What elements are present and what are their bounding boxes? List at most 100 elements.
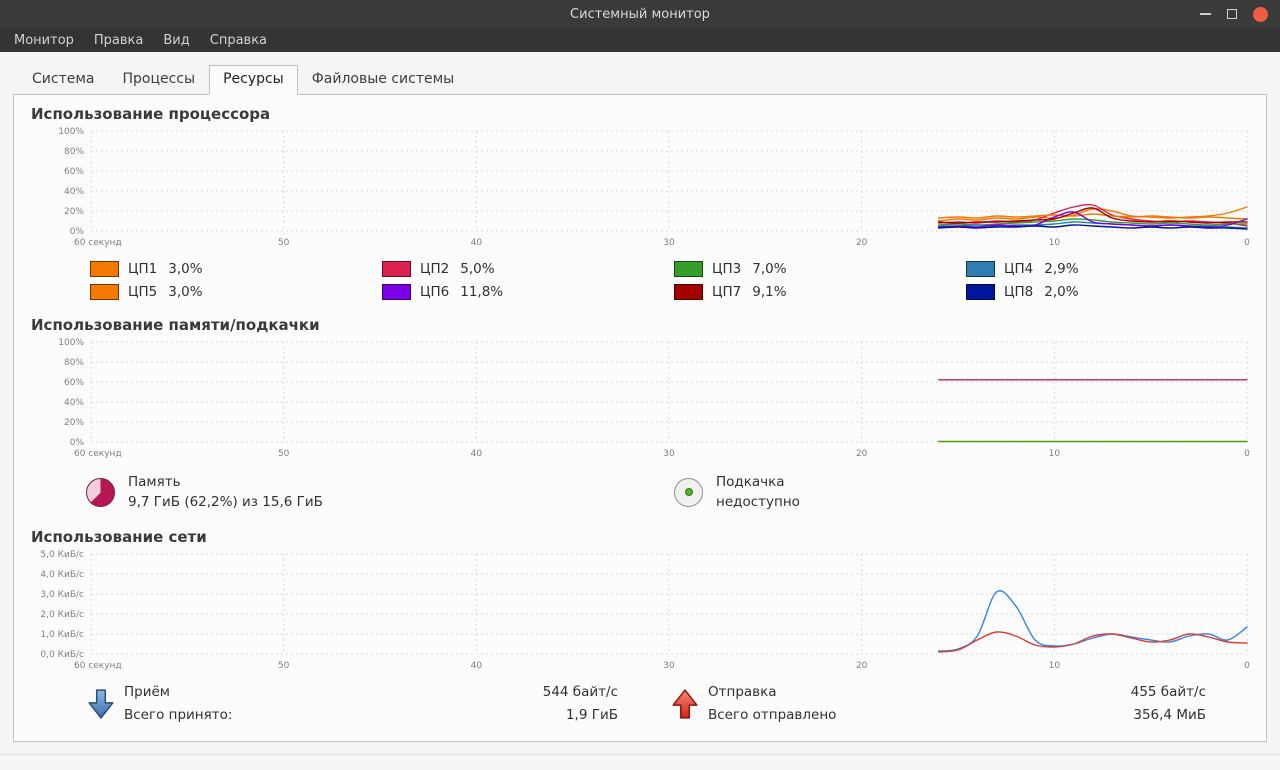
svg-text:20: 20 [856,238,868,248]
svg-text:60 секунд: 60 секунд [74,661,122,671]
memory-label: Память [128,474,181,490]
cpu3-label: ЦП3 [712,261,742,277]
cpu4-color-swatch[interactable] [966,261,995,277]
cpu-legend-item-5: ЦП5 3,0% [90,284,382,300]
svg-text:10: 10 [1049,238,1061,248]
receive-total-label: Всего принято: [124,707,233,723]
cpu-legend-item-1: ЦП1 3,0% [90,261,382,277]
window-title: Системный монитор [570,6,710,22]
send-label: Отправка [708,684,777,700]
receive-label: Приём [124,684,170,700]
svg-text:3,0 КиБ/c: 3,0 КиБ/c [40,590,84,600]
svg-text:30: 30 [663,238,675,248]
cpu5-label: ЦП5 [128,284,158,300]
svg-text:1,0 КиБ/c: 1,0 КиБ/c [40,630,84,640]
svg-text:2,0 КиБ/c: 2,0 КиБ/c [40,610,84,620]
cpu4-value: 2,9% [1044,261,1079,277]
titlebar: Системный монитор [0,0,1280,28]
memory-info: Память 9,7 ГиБ (62,2%) из 15,6 ГиБ [86,474,674,510]
cpu1-label: ЦП1 [128,261,158,277]
svg-text:20: 20 [856,661,868,671]
cpu1-value: 3,0% [168,261,203,277]
svg-text:40: 40 [471,449,483,459]
cpu-legend-item-2: ЦП2 5,0% [382,261,674,277]
cpu-chart: 100% 80% 60% 40% 20% 0%60 секунд 50 40 30 20 10 0 [58,127,1250,248]
svg-text:10: 10 [1049,661,1061,671]
svg-text:0: 0 [1244,238,1250,248]
svg-text:50: 50 [278,238,290,248]
cpu-legend-item-7: ЦП7 9,1% [674,284,966,300]
network-receive-group: Приём 544 байт/с Всего принято: 1,9 ГиБ [88,684,618,723]
memory-value: 9,7 ГиБ (62,2%) из 15,6 ГиБ [128,494,323,510]
tab-filesystems[interactable]: Файловые системы [298,65,469,95]
cpu2-label: ЦП2 [420,261,450,277]
svg-text:50: 50 [278,449,290,459]
receive-rate: 544 байт/с [542,684,618,700]
cpu7-label: ЦП7 [712,284,742,300]
svg-text:50: 50 [278,661,290,671]
svg-text:60%: 60% [64,378,84,388]
cpu6-color-swatch[interactable] [382,284,411,300]
window-controls [1200,0,1268,28]
svg-text:0%: 0% [70,438,85,448]
svg-text:100%: 100% [58,127,84,137]
cpu2-color-swatch[interactable] [382,261,411,277]
cpu7-color-swatch[interactable] [674,284,703,300]
swap-status-icon [674,477,703,507]
svg-text:0%: 0% [70,227,85,237]
resources-panel: Использование процессора 100% 80% 60% 40% 20… [13,94,1267,742]
swap-label: Подкачка [716,474,785,490]
receive-total: 1,9 ГиБ [565,707,618,723]
memory-pie-icon [86,477,115,507]
cpu6-label: ЦП6 [420,284,450,300]
svg-text:60 секунд: 60 секунд [74,238,122,248]
cpu3-color-swatch[interactable] [674,261,703,277]
send-total: 356,4 МиБ [1133,707,1206,723]
menu-item-help[interactable]: Справка [200,30,277,51]
cpu8-color-swatch[interactable] [966,284,995,300]
send-total-label: Всего отправлено [708,707,837,723]
menu-item-monitor[interactable]: Монитор [4,30,84,51]
maximize-icon[interactable] [1227,9,1237,19]
cpu-legend-item-6: ЦП6 11,8% [382,284,674,300]
swap-info: Подкачка недоступно [674,474,1266,510]
svg-text:40: 40 [471,238,483,248]
minimize-icon[interactable] [1200,13,1211,15]
close-icon[interactable] [1253,6,1268,22]
cpu2-value: 5,0% [460,261,495,277]
cpu-section-title: Использование процессора [31,105,271,123]
swap-dot-icon [684,488,693,496]
send-rate: 455 байт/с [1130,684,1206,700]
cpu5-color-swatch[interactable] [90,284,119,300]
cpu1-color-swatch[interactable] [90,261,119,277]
svg-text:5,0 КиБ/c: 5,0 КиБ/c [40,550,84,560]
svg-text:20%: 20% [64,418,84,428]
menu-item-edit[interactable]: Правка [84,30,153,51]
svg-text:40: 40 [471,661,483,671]
network-stats-row: Приём 544 байт/с Всего принято: 1,9 ГиБ … [88,684,1266,723]
svg-text:20%: 20% [64,207,84,217]
statusbar [0,754,1280,755]
download-arrow-icon [88,688,114,719]
svg-text:40%: 40% [64,398,84,408]
cpu-legend-item-8: ЦП8 2,0% [966,284,1258,300]
svg-text:100%: 100% [58,338,84,348]
svg-text:60 секунд: 60 секунд [74,449,122,459]
upload-arrow-icon [672,688,698,719]
tabstrip: Система Процессы Ресурсы Файловые систем… [18,65,1280,95]
tab-resources[interactable]: Ресурсы [209,65,298,95]
network-chart: 5,0 КиБ/c 4,0 КиБ/c 3,0 КиБ/c 2,0 КиБ/c 1,0 … [40,550,1250,671]
tab-processes[interactable]: Процессы [108,65,209,95]
svg-text:0,0 КиБ/c: 0,0 КиБ/c [40,650,84,660]
memory-section-title: Использование памяти/подкачки [31,316,320,334]
svg-text:80%: 80% [64,358,84,368]
tab-system[interactable]: Система [18,65,108,95]
svg-text:10: 10 [1049,449,1061,459]
svg-text:30: 30 [663,449,675,459]
menubar: Монитор Правка Вид Справка [0,28,1280,52]
swap-value: недоступно [716,494,800,510]
svg-text:60%: 60% [64,167,84,177]
menu-item-view[interactable]: Вид [153,30,199,51]
svg-text:0: 0 [1244,661,1250,671]
cpu8-value: 2,0% [1044,284,1079,300]
